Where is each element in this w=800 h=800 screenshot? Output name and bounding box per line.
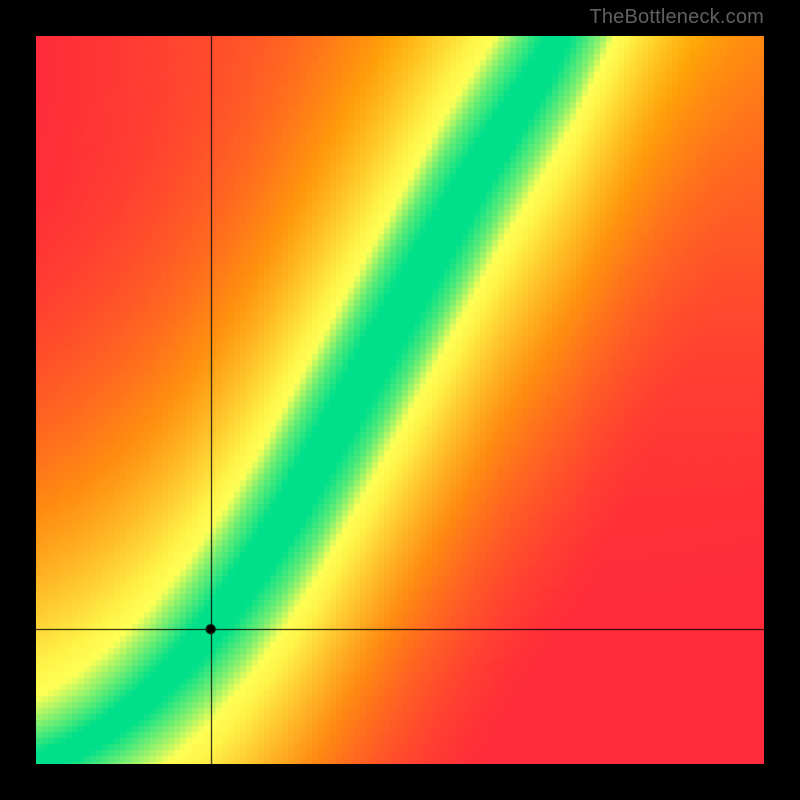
chart-frame: TheBottleneck.com [0,0,800,800]
heatmap-plot [36,36,764,764]
heatmap-canvas [36,36,764,764]
watermark-text: TheBottleneck.com [589,6,764,29]
